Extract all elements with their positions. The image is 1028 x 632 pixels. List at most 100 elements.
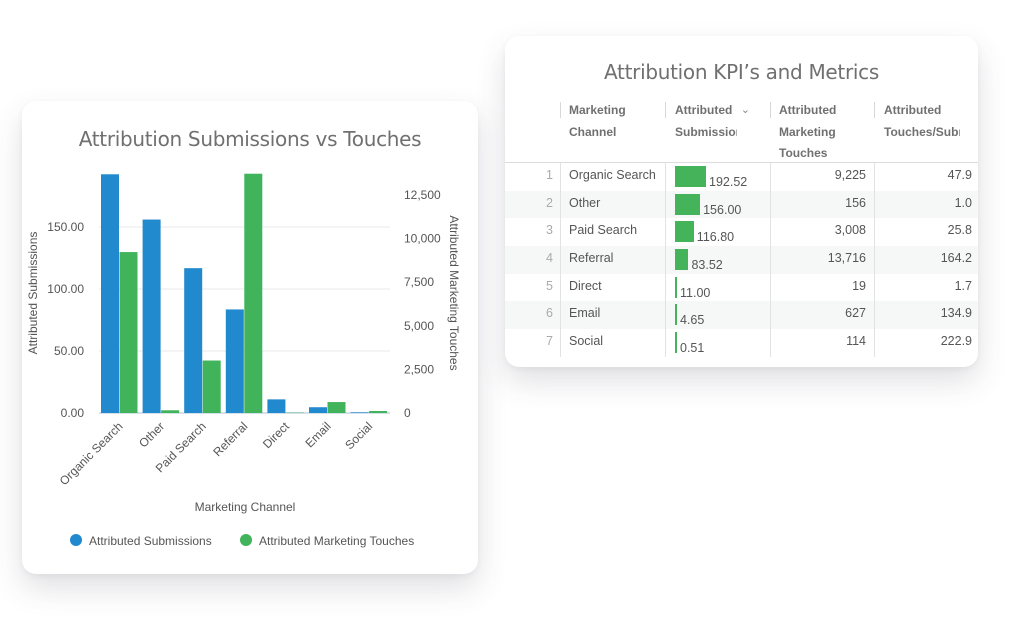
bars [101, 173, 388, 413]
row-number: 1 [546, 168, 553, 182]
bar-submissions-social[interactable] [350, 412, 369, 413]
column-header-channel[interactable]: Marketing Channel [569, 100, 659, 164]
table-title: Attribution KPI’s and Metrics [604, 60, 879, 84]
bar-touches-other[interactable] [161, 410, 180, 413]
x-tick-label: Organic Search [57, 419, 126, 488]
legend-marker-touches [240, 534, 252, 546]
table-header: Marketing Channel Attributed Submissions… [505, 96, 978, 163]
submissions-databar [675, 221, 694, 243]
submissions-bar-cell: 192.52 [675, 166, 747, 189]
table-row[interactable]: 3 Paid Search 116.80 3,008 25.8 [505, 218, 978, 246]
bar-touches-paid-search[interactable] [202, 360, 221, 413]
column-divider [874, 102, 875, 118]
cell-touches-per-submission: 164.2 [940, 251, 972, 266]
cell-channel: Other [569, 195, 601, 210]
submissions-databar [675, 249, 689, 271]
x-tick-label: Referral [210, 419, 250, 459]
row-number: 4 [546, 251, 553, 266]
bar-submissions-email[interactable] [309, 407, 327, 413]
column-line [665, 163, 666, 357]
cell-touches-per-submission: 134.9 [940, 306, 972, 321]
legend-label-touches: Attributed Marketing Touches [259, 534, 414, 548]
table-row[interactable]: 1 Organic Search 192.52 9,225 47.9 [505, 163, 978, 191]
legend-item-submissions[interactable]: Attributed Submissions [70, 534, 212, 548]
submissions-value: 0.51 [680, 341, 705, 356]
kpi-table: Marketing Channel Attributed Submissions… [505, 96, 978, 357]
x-axis-label: Marketing Channel [195, 500, 296, 514]
column-header-submissions[interactable]: Attributed Submissions ⌄ [675, 100, 753, 164]
x-tick-label: Other [136, 419, 167, 450]
bar-submissions-direct[interactable] [267, 399, 286, 413]
column-header-touches[interactable]: Attributed Marketing Touches [779, 100, 859, 164]
y-axis-right-label: Attributed Marketing Touches [447, 215, 461, 370]
bar-submissions-organic-search[interactable] [101, 174, 119, 413]
column-divider [665, 102, 666, 118]
submissions-bar-cell: 11.00 [675, 276, 710, 300]
y-tick-label: 50.00 [54, 344, 84, 358]
x-tick-label: Direct [260, 419, 293, 452]
y2-tick-label: 2,500 [404, 362, 434, 376]
legend-label-submissions: Attributed Submissions [89, 534, 212, 548]
submissions-databar [675, 276, 677, 298]
x-axis-ticks: Organic Search OtherPaid Search Referral Di… [57, 419, 375, 488]
row-number: 2 [546, 195, 553, 210]
submissions-value: 11.00 [680, 285, 711, 300]
column-divider [770, 102, 771, 118]
submissions-bar-cell: 0.51 [675, 332, 704, 355]
cell-channel: Email [569, 306, 601, 321]
bar-submissions-paid-search[interactable] [184, 268, 203, 413]
submissions-value: 156.00 [703, 202, 742, 217]
submissions-bar-cell: 116.80 [675, 221, 734, 244]
bar-submissions-other[interactable] [142, 219, 161, 413]
cell-channel: Paid Search [569, 223, 638, 238]
y2-tick-label: 0 [404, 406, 411, 420]
row-number: 7 [546, 334, 553, 349]
chart-card: Attribution Submissions vs Touches 0.00 5… [22, 101, 478, 574]
bar-submissions-referral[interactable] [225, 309, 244, 413]
cell-touches: 13,716 [827, 251, 866, 266]
table-row[interactable]: 4 Referral 83.52 13,716 164.2 [505, 246, 978, 274]
cell-touches: 9,225 [834, 168, 866, 182]
column-line [874, 163, 875, 357]
bar-touches-email[interactable] [327, 402, 346, 413]
y-axis-right-ticks: 0 2,500 5,000 7,500 10,000 12,500 [404, 188, 441, 420]
cell-touches-per-submission: 1.0 [954, 195, 972, 210]
y-tick-label: 150.00 [47, 220, 84, 234]
kpi-table-card: Attribution KPI’s and Metrics Marketing … [505, 36, 978, 367]
y-tick-label: 0.00 [61, 406, 85, 420]
y2-tick-label: 5,000 [404, 319, 434, 333]
column-header-ratio[interactable]: Attributed Touches/Submission [884, 100, 960, 164]
bar-touches-organic-search[interactable] [119, 252, 138, 413]
bar-touches-referral[interactable] [244, 173, 263, 413]
submissions-value: 83.52 [691, 258, 723, 273]
submissions-value: 4.65 [680, 313, 705, 328]
submissions-value: 192.52 [709, 175, 748, 189]
row-number: 6 [546, 306, 553, 321]
table-row[interactable]: 2 Other 156.00 156 1.0 [505, 190, 978, 219]
cell-touches: 156 [845, 195, 866, 210]
bar-chart: 0.00 50.00 100.00 150.00 0 2,500 5,000 7,500 10… [26, 173, 461, 548]
submissions-bar-cell: 156.00 [675, 193, 741, 217]
legend: Attributed Submissions Attributed Market… [70, 534, 414, 548]
cell-touches: 114 [846, 334, 866, 349]
table-row[interactable]: 7 Social 0.51 114 222.9 [505, 329, 978, 357]
table-row[interactable]: 6 Email 4.65 627 134.9 [505, 301, 978, 330]
cell-touches-per-submission: 222.9 [940, 334, 972, 349]
sort-descending-icon[interactable]: ⌄ [741, 100, 750, 122]
submissions-databar [675, 166, 706, 187]
y2-tick-label: 7,500 [404, 275, 434, 289]
y-axis-left-ticks: 0.00 50.00 100.00 150.00 [47, 220, 84, 420]
y2-tick-label: 12,500 [404, 188, 441, 202]
row-number: 5 [546, 278, 553, 293]
legend-item-touches[interactable]: Attributed Marketing Touches [240, 534, 414, 548]
cell-touches: 627 [845, 306, 866, 321]
cell-touches: 19 [852, 278, 866, 293]
legend-marker-submissions [70, 534, 82, 546]
column-divider [560, 102, 561, 118]
bar-touches-social[interactable] [369, 411, 388, 413]
table-body: 1 Organic Search 192.52 9,225 47.9 2 Other 156.… [505, 163, 978, 357]
y2-tick-label: 10,000 [404, 232, 441, 246]
submissions-value: 116.80 [696, 230, 735, 245]
cell-touches-per-submission: 1.7 [954, 278, 972, 293]
table-row[interactable]: 5 Direct 11.00 19 1.7 [505, 274, 978, 302]
